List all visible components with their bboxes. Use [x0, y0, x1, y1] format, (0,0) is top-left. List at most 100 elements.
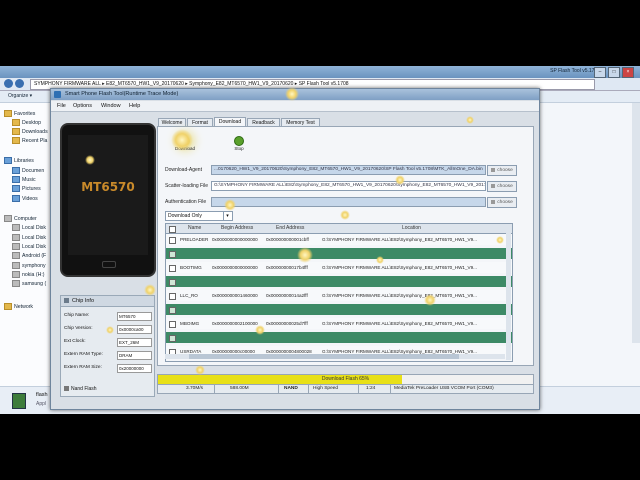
cell-end: 0x00000000025d7fff: [266, 321, 308, 326]
menu-options[interactable]: Options: [73, 103, 92, 109]
nav-item-label: Pictures: [22, 185, 41, 192]
status-speed: 3.70M/s: [186, 386, 204, 391]
download-mode-select[interactable]: Download Only ▾: [165, 211, 233, 221]
maximize-icon[interactable]: □: [608, 67, 620, 78]
table-row[interactable]: [166, 248, 512, 259]
nav-item[interactable]: samsung (: [12, 280, 46, 287]
select-all-checkbox[interactable]: [169, 226, 176, 233]
status-divider: [278, 385, 279, 393]
nav-item[interactable]: Downloads: [12, 128, 48, 135]
row-checkbox[interactable]: [169, 307, 176, 314]
table-hscrollbar[interactable]: [165, 354, 505, 359]
col-end-address[interactable]: End Address: [276, 225, 304, 231]
table-row[interactable]: PRELOADER 0x0000000000000000 0x00000000000…: [166, 234, 512, 245]
auth-file-input[interactable]: [211, 197, 486, 207]
collapse-icon[interactable]: [64, 298, 69, 303]
nav-item[interactable]: Music: [12, 176, 36, 183]
row-checkbox[interactable]: [169, 321, 176, 328]
phone-model-label: MT6570: [81, 180, 135, 194]
menu-window[interactable]: Window: [101, 103, 121, 109]
choose-label: choose: [497, 168, 513, 173]
col-location[interactable]: Location: [402, 225, 421, 231]
row-checkbox[interactable]: [169, 335, 176, 342]
progress-text: Download Flash 65%: [321, 376, 370, 382]
download-agent-label: Download-Agent: [165, 167, 202, 173]
auth-file-choose-button[interactable]: choose: [487, 197, 517, 208]
cell-end: 0x000000000001cbff: [266, 237, 309, 242]
nav-item[interactable]: Recent Pla: [12, 137, 47, 144]
nav-item[interactable]: Computer: [4, 215, 37, 222]
cell-location: G:\SYMPHONY FIRMWARE ALL\E82\Symphony_E8…: [322, 237, 477, 242]
nav-item[interactable]: Local Disk: [12, 234, 46, 241]
chevron-down-icon[interactable]: ▾: [223, 212, 231, 220]
stop-button[interactable]: Stop: [229, 136, 249, 156]
nav-item[interactable]: Videos: [12, 195, 38, 202]
status-divider: [390, 385, 391, 393]
flash-chip-icon: [64, 386, 69, 392]
table-scrollbar[interactable]: [506, 232, 511, 360]
table-row[interactable]: BOOTIMG 0x0000000000000000 0x00000000017b4…: [166, 262, 512, 273]
download-agent-choose-button[interactable]: choose: [487, 165, 517, 176]
back-icon[interactable]: [4, 79, 13, 88]
drive-icon: [12, 224, 20, 231]
table-row[interactable]: [166, 276, 512, 287]
drive-icon: [12, 252, 20, 259]
chip-info-header[interactable]: Chip Info: [61, 296, 154, 307]
col-name[interactable]: Name: [188, 225, 201, 231]
forward-icon[interactable]: [15, 79, 24, 88]
nav-item[interactable]: Desktop: [12, 119, 41, 126]
cell-location: G:\SYMPHONY FIRMWARE ALL\E82\Symphony_E8…: [322, 265, 477, 270]
choose-label: choose: [497, 200, 513, 205]
row-checkbox[interactable]: [169, 265, 176, 272]
row-checkbox[interactable]: [169, 251, 176, 258]
table-row[interactable]: [166, 304, 512, 315]
nav-item[interactable]: nokia (H:): [12, 271, 45, 278]
menu-help[interactable]: Help: [129, 103, 140, 109]
nav-item-label: Documen: [22, 167, 45, 174]
nav-item-label: Downloads: [22, 128, 48, 135]
nav-item-label: Videos: [22, 195, 38, 202]
nav-item[interactable]: Documen: [12, 167, 44, 174]
row-checkbox[interactable]: [169, 293, 176, 300]
col-begin-address[interactable]: Begin Address: [221, 225, 253, 231]
nav-item-label: Network: [14, 303, 34, 310]
row-checkbox[interactable]: [169, 279, 176, 286]
download-icon: [180, 136, 190, 146]
nav-item[interactable]: Libraries: [4, 157, 34, 164]
drive-icon: [12, 280, 20, 287]
chip-info-title: Chip Info: [72, 298, 95, 304]
app-title: Smart Phone Flash Tool(Runtime Trace Mod…: [65, 91, 179, 97]
nav-item[interactable]: Favorites: [4, 110, 35, 117]
menu-file[interactable]: File: [57, 103, 66, 109]
status-divider: [214, 385, 215, 393]
minimize-icon[interactable]: –: [594, 67, 606, 78]
nav-item[interactable]: Local Disk: [12, 224, 46, 231]
row-checkbox[interactable]: [169, 237, 176, 244]
computer-icon: [4, 215, 12, 222]
videos-icon: [12, 195, 20, 202]
nav-item[interactable]: symphony: [12, 262, 46, 269]
table-row[interactable]: LLC_RO 0x0000000001460000 0x00000000014a2f…: [166, 290, 512, 301]
drive-icon: [12, 262, 20, 269]
cell-begin: 0x0000000000000000: [212, 265, 258, 270]
scatter-file-choose-button[interactable]: choose: [487, 181, 517, 192]
letterbox-bottom: [0, 414, 640, 480]
hscroll-thumb[interactable]: [189, 354, 459, 359]
nav-item[interactable]: Android (F: [12, 252, 46, 259]
scatter-file-input[interactable]: G:\SYMPHONY FIRMWARE ALL\E82\Symphony_E8…: [211, 181, 486, 191]
table-row[interactable]: MBOIMG 0x0000000002100000 0x00000000025d7f…: [166, 318, 512, 329]
phone-home-button: [102, 261, 116, 268]
chip-info-panel: Chip Info Chip Name: MT6570 Chip Version…: [60, 295, 155, 397]
table-row[interactable]: [166, 332, 512, 343]
app-icon: [54, 91, 61, 98]
download-button[interactable]: Download: [171, 136, 199, 156]
nav-item[interactable]: Pictures: [12, 185, 41, 192]
download-agent-input[interactable]: ...0170620_HW1_V9_20170620\Symphony_E82_…: [211, 165, 486, 175]
nav-item[interactable]: Local Disk: [12, 243, 46, 250]
nav-item-label: Local Disk: [22, 224, 46, 231]
close-icon[interactable]: ×: [622, 67, 634, 78]
nav-item[interactable]: Network: [4, 303, 33, 310]
organize-button[interactable]: Organize ▾: [8, 93, 32, 99]
scrollbar[interactable]: [632, 103, 640, 343]
details-name: flash: [36, 392, 48, 398]
